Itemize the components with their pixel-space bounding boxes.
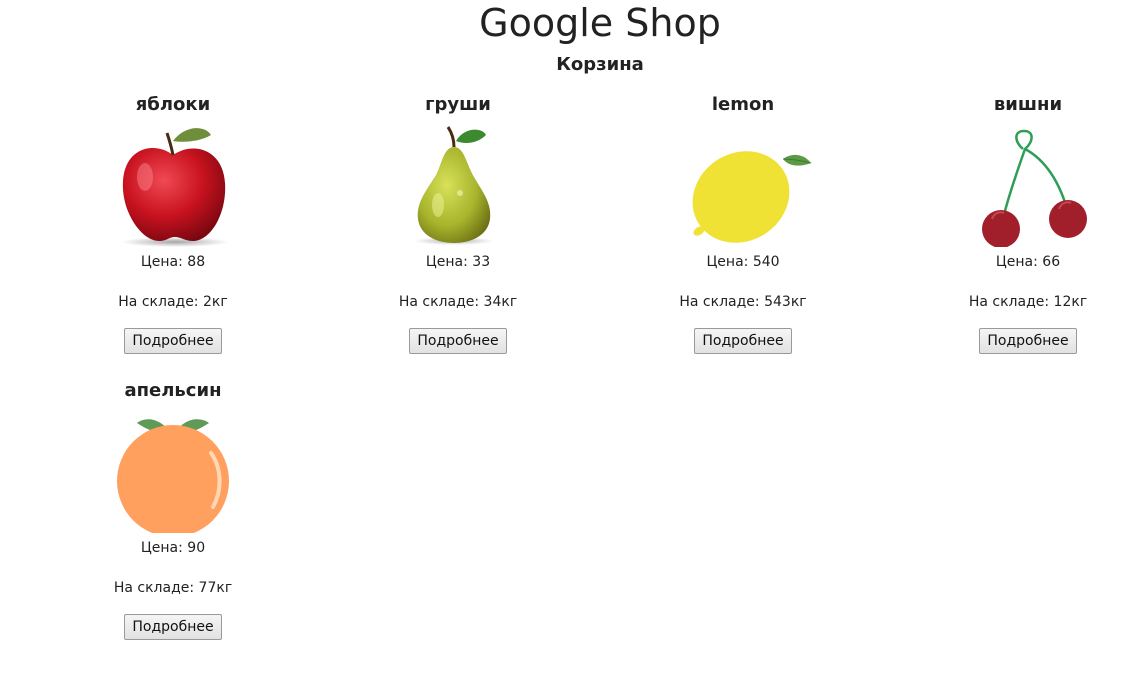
- stock-unit: кг: [211, 294, 228, 310]
- price-label: Цена:: [995, 254, 1043, 270]
- price-value: 90: [187, 540, 206, 556]
- price-value: 88: [187, 254, 206, 270]
- product-stock: На складе: 543кг: [593, 293, 893, 311]
- stock-label: На складе:: [398, 294, 484, 310]
- lemon-icon: [692, 151, 812, 243]
- details-button[interactable]: Подробнее: [979, 328, 1077, 354]
- product-price: Цена: 66: [878, 253, 1139, 271]
- product-card: яблоки Цена: 88 На складе: 2кг Подробнее: [23, 93, 323, 354]
- product-stock: На складе: 77кг: [23, 579, 323, 597]
- product-stock: На складе: 2кг: [23, 293, 323, 311]
- price-label: Цена:: [140, 254, 188, 270]
- stock-unit: кг: [790, 294, 807, 310]
- apple-icon: [121, 128, 229, 247]
- product-price: Цена: 90: [23, 539, 323, 557]
- site-title: Google Shop: [479, 1, 721, 45]
- price-label: Цена:: [425, 254, 473, 270]
- stock-unit: кг: [216, 580, 233, 596]
- stock-value: 12: [1053, 294, 1072, 310]
- product-card: lemon Цена: 540 На складе: 543кг Подробн…: [593, 93, 893, 354]
- price-value: 66: [1042, 254, 1061, 270]
- product-card: груши Цена: 33 На складе: 34кг Подробнее: [308, 93, 608, 354]
- details-button[interactable]: Подробнее: [124, 328, 222, 354]
- page: Google Shop Корзина яблоки Цена: 88 На с…: [0, 0, 1139, 674]
- stock-label: На складе:: [679, 294, 765, 310]
- product-title: апельсин: [124, 380, 222, 401]
- product-card: вишни Цена: 66 На складе: 12кг Подробнее: [878, 93, 1139, 354]
- product-title: lemon: [711, 94, 775, 115]
- details-button[interactable]: Подробнее: [409, 328, 507, 354]
- stock-label: На складе:: [968, 294, 1054, 310]
- stock-value: 543: [764, 294, 791, 310]
- product-card: апельсин Цена: 90 На складе: 77кг Подроб…: [23, 379, 323, 640]
- details-button[interactable]: Подробнее: [124, 614, 222, 640]
- stock-value: 77: [198, 580, 217, 596]
- cart-link[interactable]: Корзина: [0, 52, 1139, 78]
- product-price: Цена: 33: [308, 253, 608, 271]
- price-label: Цена:: [140, 540, 188, 556]
- details-button[interactable]: Подробнее: [694, 328, 792, 354]
- orange-icon: [117, 419, 229, 533]
- price-value: 33: [472, 254, 491, 270]
- cherry-icon: [982, 129, 1087, 247]
- product-stock: На складе: 34кг: [308, 293, 608, 311]
- product-title: груши: [425, 94, 491, 115]
- product-price: Цена: 88: [23, 253, 323, 271]
- price-value: 540: [752, 254, 780, 270]
- product-price: Цена: 540: [593, 253, 893, 271]
- stock-value: 2: [202, 294, 212, 310]
- product-stock: На складе: 12кг: [878, 293, 1139, 311]
- stock-unit: кг: [1071, 294, 1088, 310]
- stock-label: На складе:: [118, 294, 203, 310]
- product-title: вишни: [993, 94, 1063, 115]
- stock-value: 34: [483, 294, 502, 310]
- price-label: Цена:: [706, 254, 753, 270]
- stock-unit: кг: [501, 294, 518, 310]
- pear-icon: [414, 126, 494, 245]
- stock-label: На складе:: [113, 580, 199, 596]
- product-title: яблоки: [135, 94, 211, 115]
